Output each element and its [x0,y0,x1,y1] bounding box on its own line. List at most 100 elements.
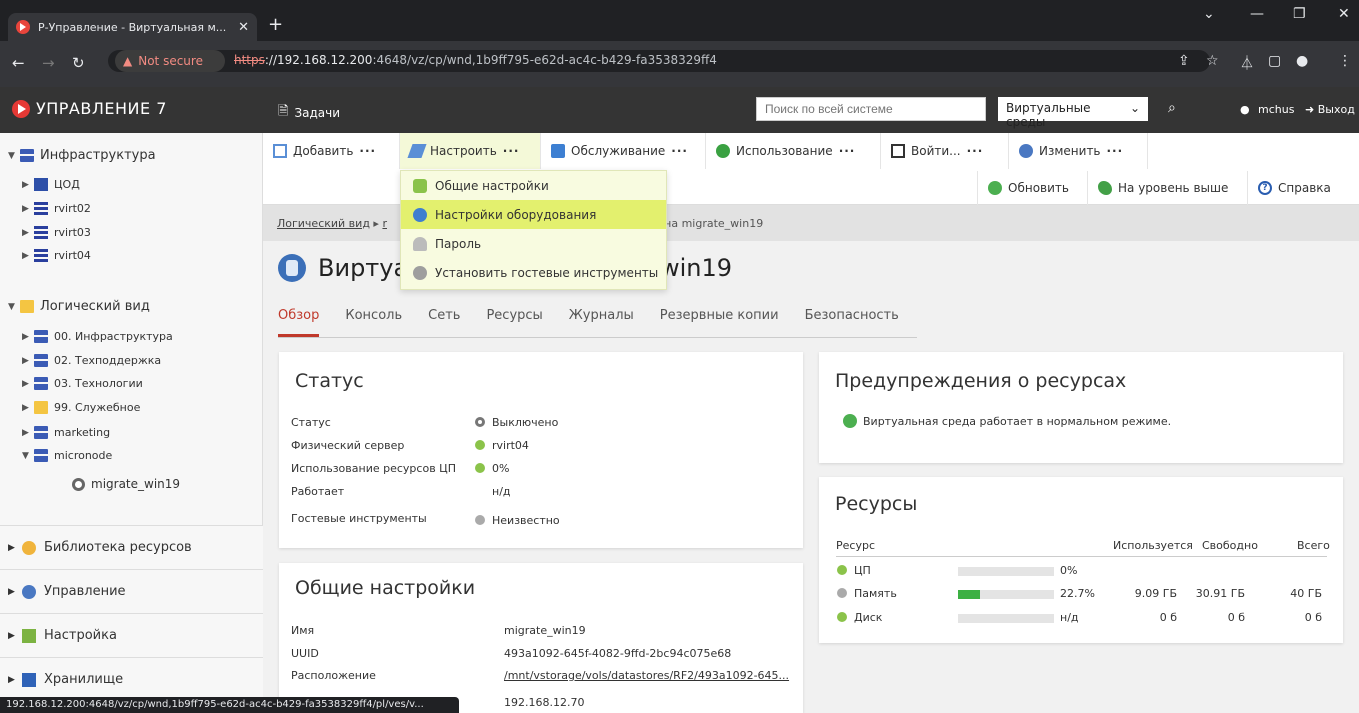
add-button[interactable]: Добавить ··· [263,133,400,169]
col-header-total: Всего [1297,539,1330,552]
tree-label: Инфраструктура [40,148,156,163]
free-value: 0 б [1227,611,1245,624]
collapse-arrow-icon[interactable]: ▶ [22,251,34,261]
forward-icon[interactable]: → [42,54,55,72]
tab-backups[interactable]: Резервные копии [660,306,779,337]
resource-name-text: Диск [854,611,883,624]
section-resource-library[interactable]: ▶ Библиотека ресурсов [0,525,263,569]
expand-arrow-icon[interactable]: ▼ [22,451,34,461]
tree-item-datacenter[interactable]: ▶ ЦОД [22,178,80,191]
usage-button[interactable]: Использование ··· [706,133,881,169]
logout-link[interactable]: ➜ Выход [1305,103,1355,116]
side-panel-icon[interactable]: ▢ [1268,53,1281,69]
breadcrumb-link[interactable]: r [382,217,387,230]
tab-security[interactable]: Безопасность [805,306,899,337]
gear-icon [413,207,427,222]
menu-item-password[interactable]: Пароль [401,229,666,258]
search-icon[interactable]: ⌕ [1168,100,1176,116]
tab-search-icon[interactable]: ⌄ [1203,6,1215,22]
global-search-input[interactable] [756,97,986,121]
menu-item-general-settings[interactable]: Общие настройки [401,171,666,200]
browser-tabbar: Р-Управление - Виртуальная м... ✕ + ⌄ — … [0,0,1359,41]
menu-item-install-guest-tools[interactable]: Установить гостевые инструменты [401,258,666,287]
username[interactable]: mchus [1258,103,1294,116]
profile-icon[interactable]: ● [1296,53,1308,69]
change-button[interactable]: Изменить ··· [1009,133,1148,169]
section-management[interactable]: ▶ Управление [0,569,263,613]
tab-logs[interactable]: Журналы [569,306,634,337]
level-up-icon [1098,181,1112,195]
navigation-tree: ▼ Инфраструктура ▶ ЦОД ▶ rvirt02 ▶ rvirt… [0,133,263,713]
host-value[interactable]: rvirt04 [475,439,529,452]
section-settings[interactable]: ▶ Настройка [0,613,263,657]
restore-icon[interactable]: ❐ [1293,6,1306,22]
tab-close-icon[interactable]: ✕ [238,20,249,35]
lab-flask-icon[interactable]: ⏃ [1240,53,1254,73]
breadcrumb-link[interactable]: Логический вид [277,217,370,230]
tasks-link[interactable]: 🗎 Задачи [278,102,340,124]
tree-item-rvirt04[interactable]: ▶ rvirt04 [22,249,91,262]
location-link[interactable]: /mnt/vstorage/vols/datastores/RF2/493a10… [504,669,789,682]
collapse-arrow-icon[interactable]: ▶ [22,180,34,190]
collapse-arrow-icon[interactable]: ▶ [8,631,22,641]
collapse-arrow-icon[interactable]: ▶ [22,428,34,438]
refresh-button[interactable]: Обновить [977,171,1087,205]
browser-tab[interactable]: Р-Управление - Виртуальная м... ✕ [8,13,257,41]
bookmark-star-icon[interactable]: ☆ [1206,53,1219,69]
tree-item-02[interactable]: ▶ 02. Техподдержка [22,354,161,367]
host-value-text: rvirt04 [492,439,529,452]
back-icon[interactable]: ← [12,54,25,72]
tree-item-03[interactable]: ▶ 03. Технологии [22,377,143,390]
tab-overview[interactable]: Обзор [278,306,320,337]
collapse-arrow-icon[interactable]: ▶ [8,543,22,553]
expand-arrow-icon[interactable]: ▼ [8,302,20,312]
share-icon[interactable]: ⇪ [1178,53,1190,69]
collapse-arrow-icon[interactable]: ▶ [22,332,34,342]
tree-infrastructure[interactable]: ▼ Инфраструктура [8,148,156,163]
tab-network[interactable]: Сеть [428,306,460,337]
maintenance-button[interactable]: Обслуживание ··· [541,133,706,169]
menu-item-hardware-settings[interactable]: Настройки оборудования [401,200,666,229]
collapse-arrow-icon[interactable]: ▶ [8,675,22,685]
section-storage[interactable]: ▶ Хранилище [0,657,263,701]
tree-item-marketing[interactable]: ▶ marketing [22,426,110,439]
expand-arrow-icon[interactable]: ▼ [8,151,20,161]
help-button[interactable]: ? Справка [1247,171,1359,205]
tree-item-99[interactable]: ▶ 99. Служебное [22,401,140,414]
tree-item-00[interactable]: ▶ 00. Инфраструктура [22,330,173,343]
reload-icon[interactable]: ↻ [72,54,85,72]
collapse-arrow-icon[interactable]: ▶ [22,228,34,238]
tree-item-rvirt02[interactable]: ▶ rvirt02 [22,202,91,215]
refresh-icon [988,181,1002,195]
collapse-arrow-icon[interactable]: ▶ [22,204,34,214]
collapse-arrow-icon[interactable]: ▶ [22,379,34,389]
new-tab-icon[interactable]: + [268,14,283,35]
configure-button[interactable]: Настроить ··· [400,133,541,169]
login-button[interactable]: Войти... ··· [881,133,1009,169]
tab-resources[interactable]: Ресурсы [486,306,542,337]
not-secure-chip[interactable]: ▲ Not secure [115,50,225,72]
tree-item-vm[interactable]: migrate_win19 [72,477,180,491]
level-up-button[interactable]: На уровень выше [1087,171,1247,205]
tree-label: ЦОД [54,178,80,191]
button-label: На уровень выше [1118,181,1229,195]
collapse-arrow-icon[interactable]: ▶ [8,587,22,597]
collapse-arrow-icon[interactable]: ▶ [22,403,34,413]
close-window-icon[interactable]: ✕ [1338,6,1350,22]
group-icon [34,377,48,390]
status-key: Работает [291,485,345,498]
url-text[interactable]: https://192.168.12.200:4648/vz/cp/wnd,1b… [234,53,717,67]
status-key: Гостевые инструменты [291,512,427,525]
tab-console[interactable]: Консоль [345,306,402,337]
add-icon [273,144,287,158]
collapse-arrow-icon[interactable]: ▶ [22,356,34,366]
tree-logical-view[interactable]: ▼ Логический вид [8,299,150,314]
divider [836,556,1327,557]
brand-logo[interactable]: УПРАВЛЕНИЕ 7 [12,99,167,118]
tree-item-micronode[interactable]: ▼ micronode [22,449,112,462]
minimize-icon[interactable]: — [1250,6,1264,22]
usage-bar-fill [958,590,980,599]
menu-kebab-icon[interactable]: ⋮ [1338,53,1352,69]
scope-select[interactable]: Виртуальные среды ⌄ [998,97,1148,129]
tree-item-rvirt03[interactable]: ▶ rvirt03 [22,226,91,239]
